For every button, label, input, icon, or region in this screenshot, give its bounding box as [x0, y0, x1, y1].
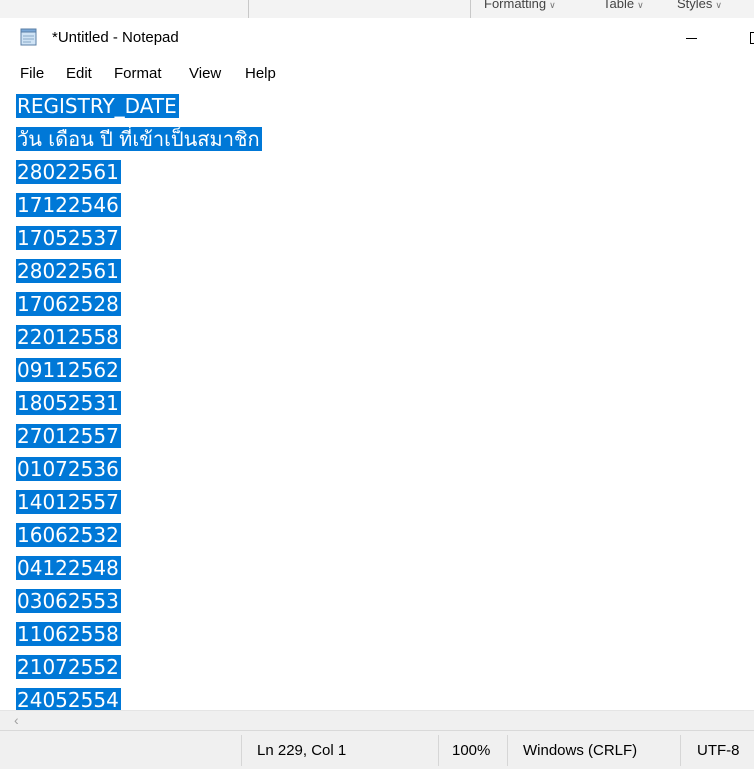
selected-text: 28022561 — [16, 160, 121, 184]
status-bar: Ln 229, Col 1 100% Windows (CRLF) UTF-8 — [0, 730, 754, 769]
ribbon-item-label: Table — [603, 0, 635, 11]
status-separator — [507, 735, 508, 766]
selected-text: 03062553 — [16, 589, 121, 613]
text-line: 04122548 — [16, 552, 262, 585]
background-window-ribbon: Formatting ∨ Table ∨ Styles ∨ — [0, 0, 754, 19]
ribbon-item-label: Formatting — [484, 0, 547, 11]
status-separator — [438, 735, 439, 766]
menu-file[interactable]: File — [20, 65, 44, 82]
editor-lines: REGISTRY_DATE วัน เดือน ปี ที่เข้าเป็นสม… — [16, 90, 262, 710]
status-separator — [680, 735, 681, 766]
zoom-level: 100% — [452, 742, 491, 759]
menu-help[interactable]: Help — [245, 65, 276, 82]
maximize-button[interactable] — [738, 18, 754, 58]
selected-text: 17062528 — [16, 292, 121, 316]
menu-edit[interactable]: Edit — [66, 65, 92, 82]
line-ending: Windows (CRLF) — [523, 742, 638, 759]
minimize-button[interactable] — [668, 18, 714, 58]
ribbon-item-formatting[interactable]: Formatting ∨ — [484, 0, 556, 13]
selected-text: 09112562 — [16, 358, 121, 382]
cursor-position: Ln 229, Col 1 — [257, 742, 347, 759]
text-line: REGISTRY_DATE — [16, 90, 262, 123]
selected-text: 17052537 — [16, 226, 121, 250]
ribbon-item-label: Styles — [677, 0, 713, 11]
title-bar[interactable]: *Untitled - Notepad — [0, 18, 754, 58]
selected-text: 14012557 — [16, 490, 121, 514]
selected-text: 28022561 — [16, 259, 121, 283]
text-line: 11062558 — [16, 618, 262, 651]
selected-text: 11062558 — [16, 622, 121, 646]
selected-text: 27012557 — [16, 424, 121, 448]
ribbon-separator — [248, 0, 249, 18]
text-line: 17052537 — [16, 222, 262, 255]
selected-text: 22012558 — [16, 325, 121, 349]
window-title: *Untitled - Notepad — [52, 29, 179, 46]
notepad-icon — [19, 27, 39, 47]
horizontal-scrollbar[interactable]: ‹ — [0, 710, 754, 731]
text-line: 03062553 — [16, 585, 262, 618]
text-line: 24052554 — [16, 684, 262, 710]
selected-text: 01072536 — [16, 457, 121, 481]
text-line: วัน เดือน ปี ที่เข้าเป็นสมาชิก — [16, 123, 262, 156]
text-line: 09112562 — [16, 354, 262, 387]
encoding: UTF-8 — [697, 742, 740, 759]
text-line: 21072552 — [16, 651, 262, 684]
chevron-down-icon: ∨ — [549, 0, 556, 10]
text-line: 18052531 — [16, 387, 262, 420]
text-line: 27012557 — [16, 420, 262, 453]
selected-text: 18052531 — [16, 391, 121, 415]
selected-text: 16062532 — [16, 523, 121, 547]
text-line: 16062532 — [16, 519, 262, 552]
selected-text: 24052554 — [16, 688, 121, 710]
text-line: 28022561 — [16, 156, 262, 189]
ribbon-separator — [470, 0, 471, 18]
text-line: 28022561 — [16, 255, 262, 288]
notepad-window: *Untitled - Notepad File Edit Format Vie… — [0, 18, 754, 769]
scroll-left-icon[interactable]: ‹ — [14, 712, 19, 728]
ribbon-item-table[interactable]: Table ∨ — [603, 0, 644, 13]
menu-bar: File Edit Format View Help — [0, 58, 754, 88]
chevron-down-icon: ∨ — [715, 0, 722, 10]
menu-view[interactable]: View — [189, 65, 221, 82]
selected-text: 17122546 — [16, 193, 121, 217]
selected-text: 04122548 — [16, 556, 121, 580]
chevron-down-icon: ∨ — [637, 0, 644, 10]
selected-text: 21072552 — [16, 655, 121, 679]
selected-text: วัน เดือน ปี ที่เข้าเป็นสมาชิก — [16, 127, 262, 151]
text-line: 14012557 — [16, 486, 262, 519]
ribbon-item-styles[interactable]: Styles ∨ — [677, 0, 722, 13]
text-editor[interactable]: REGISTRY_DATE วัน เดือน ปี ที่เข้าเป็นสม… — [0, 88, 754, 710]
selected-text: REGISTRY_DATE — [16, 94, 179, 118]
text-line: 22012558 — [16, 321, 262, 354]
text-line: 01072536 — [16, 453, 262, 486]
status-separator — [241, 735, 242, 766]
menu-format[interactable]: Format — [114, 65, 162, 82]
text-line: 17122546 — [16, 189, 262, 222]
text-line: 17062528 — [16, 288, 262, 321]
